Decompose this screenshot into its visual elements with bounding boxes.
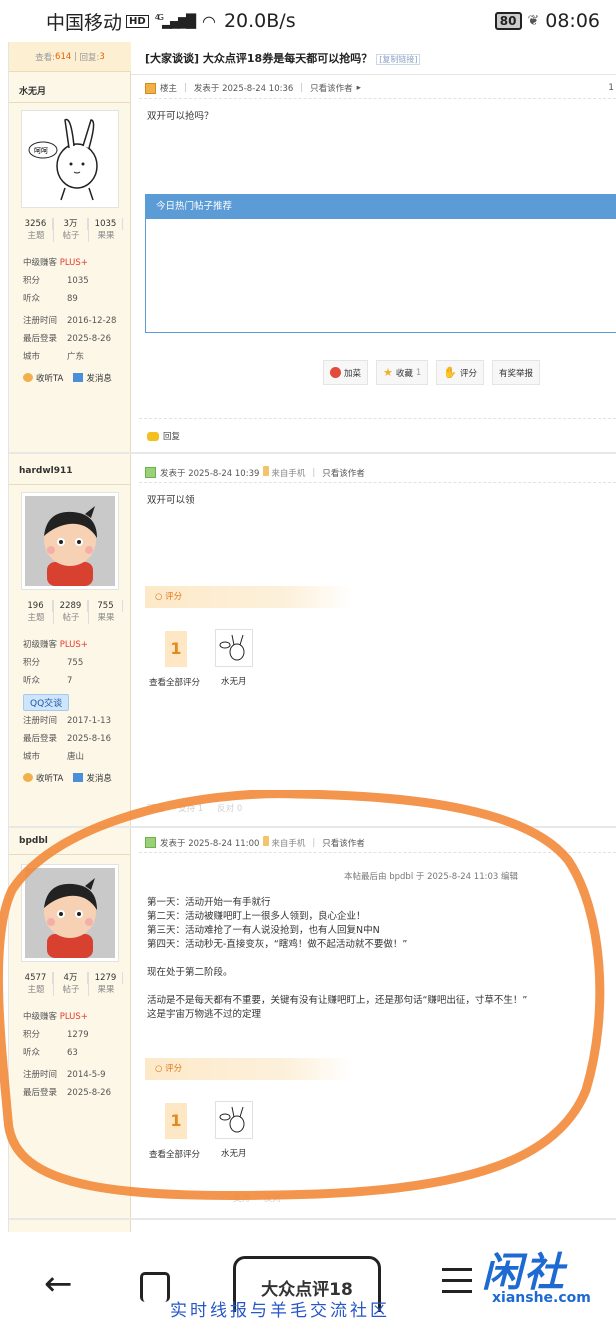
reply-button[interactable]: 回复 [147,802,164,814]
rating-header: ○ 评分 [145,1058,353,1080]
follow-button[interactable]: 收听TA [23,372,63,384]
mobile-icon [263,466,270,476]
rabbit-avatar-icon: 呵呵 [28,118,98,201]
post-content: 双开可以抢吗？ [147,111,214,122]
author-name[interactable]: hardwl911 [19,466,73,476]
hot-posts-box: 今日热门帖子推荐 [145,194,616,333]
bottom-nav: ← 大众点评18 闲社 xianshe.com 实时线报与羊毛交流社区 [0,1232,616,1334]
host-badge: 楼主 [160,84,178,94]
post-content: 第一天：活动开始一有手就行 第二天：活动被赚吧盯上一很多人领到，良心企业！ 第三… [147,897,528,1020]
clock: 08:06 [545,10,600,32]
rating-count: 1 [165,1103,187,1139]
post-icon [145,467,156,478]
rabbit-avatar-icon [219,634,245,661]
host-icon [145,82,156,94]
hd-icon: HD [126,14,149,28]
post-footer: 支持 反对 [233,1192,281,1204]
edit-note: 本帖最后由 bpdbl 于 2025-8-24 11:03 编辑 [344,872,518,882]
leaf-icon: ❦ [527,13,540,29]
post-time: 发表于 2025-8-24 10:36 [193,84,294,94]
watermark-slogan: 实时线报与羊毛交流社区 [170,1301,390,1321]
view-all-ratings-link[interactable]: 查看全部评分 [149,676,200,688]
support-button[interactable]: 支持 1 [178,802,203,814]
author-profile: 中级赚客 PLUS+ 积分 1035 听众 89 注册时间 2016-12-28 最后… [23,258,117,362]
copy-link-button[interactable]: [复制链接] [376,54,421,65]
rater-name: 水无月 [221,1149,247,1159]
rater-name: 水无月 [221,677,247,687]
battery-icon: 80 [494,12,522,30]
author-stats: 3256 主题 3万 帖子 1035 果果 [19,218,123,242]
avatar[interactable]: 呵呵 [21,110,119,208]
author-name[interactable]: bpdbl [19,836,48,846]
rate-button[interactable]: ✋ 评分 [436,360,485,385]
collect-button[interactable]: ★ 收藏 1 [376,360,429,385]
post-buttons: 加菜 ★ 收藏 1 ✋ 评分 有奖举报 [323,360,541,385]
post-time: 发表于 2025-8-24 10:39 [160,468,260,479]
oppose-button[interactable]: 反对 0 [217,802,242,814]
wifi-icon: ◠ [201,11,216,31]
signal-icon: 4G▂▄▆█ [154,12,196,30]
thread-stats: 查看: 614 | 回复: 3 [9,42,131,72]
author-sidebar-1 [9,42,131,452]
author-profile: 中级赚客 PLUS+ 积分 1279 听众 63 注册时间 2014-5-9 最后登录… [23,1012,111,1098]
post-footer: 回复 支持 1 反对 0 [147,802,242,814]
post-meta: 发表于 2025-8-24 10:39 来自手机 | 只看该作者 [145,466,365,479]
post-meta: 发表于 2025-8-24 11:00 来自手机 | 只看该作者 [145,836,365,849]
menu-icon[interactable] [442,1268,472,1298]
status-bar: 中国移动 HD 4G▂▄▆█ ◠ 20.0B/s 80 ❦ 08:06 [0,0,616,42]
avatar[interactable] [21,864,119,962]
rating-header: ○ 评分 [145,586,353,608]
message-button[interactable]: 发消息 [73,372,112,384]
forum-page: 查看: 614 | 回复: 3 [大家谈谈] 大众点评18券是每天都可以抢吗？ [复制… [8,42,616,1232]
post-icon [145,837,156,848]
reply-icon [147,431,159,441]
post-meta: 楼主 | 发表于 2025-8-24 10:36 | 只看该作者 ▸ [145,82,361,94]
oppose-button[interactable]: 反对 [264,1192,281,1204]
qq-chat-button[interactable]: QQ交谈 [23,694,70,711]
brand-url: xianshe.com [492,1290,591,1306]
support-button[interactable]: 支持 [233,1192,250,1204]
tabs-icon[interactable] [140,1272,170,1302]
reply-button[interactable]: 回复 [147,430,180,442]
post-content: 双开可以领 [147,495,195,506]
boy-avatar-icon [25,868,115,958]
rater-avatar[interactable] [215,1101,253,1139]
add-button[interactable]: 加菜 [323,360,369,385]
avatar[interactable] [21,492,119,590]
back-arrow-icon[interactable]: ← [44,1264,73,1304]
rating-count: 1 [165,631,187,667]
hot-posts-title: 今日热门帖子推荐 [146,195,616,219]
only-author-link[interactable]: 只看该作者 [310,82,353,94]
mobile-icon [263,836,270,846]
carrier-name: 中国移动 [46,11,123,34]
rater-avatar[interactable] [215,629,253,667]
page-marker: 1 [608,83,614,93]
post-time: 发表于 2025-8-24 11:00 [160,838,260,849]
only-author-link[interactable]: 只看该作者 [322,467,365,479]
thread-title: [大家谈谈] 大众点评18券是每天都可以抢吗？ [复制链接] [145,50,421,66]
author-stats: 196 主题 2289 帖子 755 果果 [19,600,123,624]
author-profile: 初级赚客 PLUS+ 积分 755 听众 7 [23,640,88,686]
boy-avatar-icon [25,496,115,586]
author-name[interactable]: 水无月 [19,84,46,97]
view-all-ratings-link[interactable]: 查看全部评分 [149,1148,200,1160]
only-author-link[interactable]: 只看该作者 [322,837,365,849]
svg-text:呵呵: 呵呵 [34,147,48,155]
rabbit-avatar-icon [219,1106,245,1133]
chevron-right-icon: ▸ [356,83,361,93]
author-stats: 4577 主题 4万 帖子 1279 果果 [19,972,123,996]
message-button[interactable]: 发消息 [73,772,112,784]
report-button[interactable]: 有奖举报 [492,360,541,385]
follow-button[interactable]: 收听TA [23,772,63,784]
network-speed: 20.0B/s [223,10,296,32]
